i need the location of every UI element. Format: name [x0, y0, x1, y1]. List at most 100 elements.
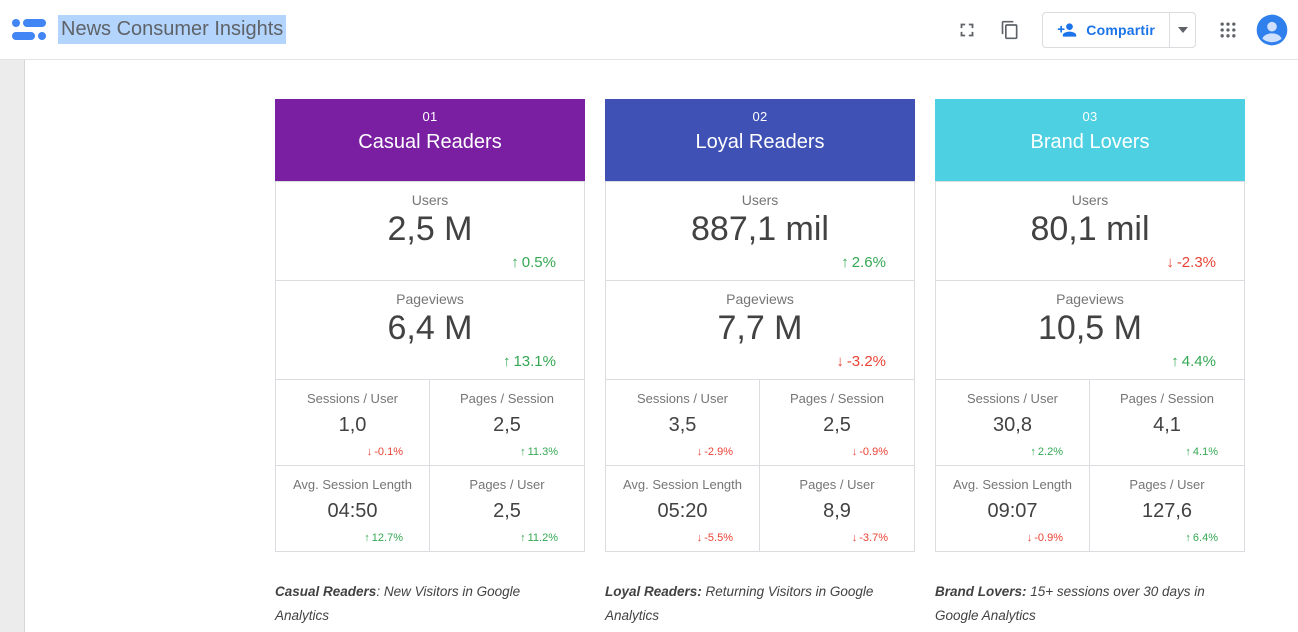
app-header: News Consumer Insights Compartir — [0, 0, 1298, 60]
pages-per-session-scorecard: Pages / Session 4,1 4.1% — [1090, 380, 1245, 466]
segment-loyal-readers: 02 Loyal Readers Users 887,1 mil 2.6% Pa… — [605, 99, 915, 628]
metric-label: Avg. Session Length — [276, 466, 429, 492]
segment-note: Loyal Readers: Returning Visitors in Goo… — [605, 580, 883, 628]
metric-value: 80,1 mil — [936, 210, 1244, 249]
metric-delta: 4.4% — [1171, 353, 1216, 370]
metric-label: Pages / User — [1090, 466, 1244, 492]
metric-label: Pageviews — [936, 281, 1244, 307]
delta-arrow-icon — [1171, 353, 1179, 370]
metric-value: 04:50 — [276, 500, 429, 523]
avatar[interactable] — [1256, 14, 1288, 46]
avg-session-length-scorecard: Avg. Session Length 04:50 12.7% — [275, 466, 430, 552]
metric-label: Avg. Session Length — [606, 466, 759, 492]
metric-value: 8,9 — [760, 500, 914, 523]
segment-header: 03 Brand Lovers — [935, 99, 1245, 181]
delta-value: -3.2% — [847, 353, 886, 370]
users-scorecard: Users 80,1 mil -2.3% — [935, 181, 1245, 281]
delta-arrow-icon — [1030, 446, 1036, 458]
delta-value: 4.4% — [1182, 353, 1216, 370]
account-icon — [1256, 14, 1288, 46]
metric-delta: -0.9% — [1027, 532, 1063, 544]
metric-value: 6,4 M — [276, 309, 584, 348]
sessions-per-user-scorecard: Sessions / User 1,0 -0.1% — [275, 380, 430, 466]
metric-label: Users — [606, 182, 914, 208]
metric-label: Sessions / User — [936, 380, 1089, 406]
delta-arrow-icon — [520, 446, 526, 458]
users-scorecard: Users 2,5 M 0.5% — [275, 181, 585, 281]
delta-value: -0.1% — [374, 446, 403, 458]
metric-value: 3,5 — [606, 414, 759, 437]
share-dropdown-button[interactable] — [1169, 13, 1195, 47]
delta-arrow-icon — [364, 532, 370, 544]
delta-arrow-icon — [1166, 254, 1174, 271]
share-button[interactable]: Compartir — [1042, 12, 1196, 48]
sessions-per-user-scorecard: Sessions / User 3,5 -2.9% — [605, 380, 760, 466]
metric-value: 127,6 — [1090, 500, 1244, 523]
metric-delta: -2.9% — [697, 446, 733, 458]
pages-per-session-scorecard: Pages / Session 2,5 11.3% — [430, 380, 585, 466]
segment-header: 02 Loyal Readers — [605, 99, 915, 181]
metric-label: Users — [276, 182, 584, 208]
fullscreen-button[interactable] — [948, 11, 986, 49]
small-metrics-grid: Sessions / User 30,8 2.2% Pages / Sessio… — [935, 380, 1245, 552]
delta-arrow-icon — [697, 446, 703, 458]
metric-label: Sessions / User — [276, 380, 429, 406]
copy-icon — [1000, 20, 1020, 40]
delta-arrow-icon — [697, 532, 703, 544]
delta-arrow-icon — [1185, 446, 1191, 458]
segment-note: Casual Readers: New Visitors in Google A… — [275, 580, 553, 628]
share-button-label: Compartir — [1086, 22, 1155, 38]
pages-per-user-scorecard: Pages / User 8,9 -3.7% — [760, 466, 915, 552]
delta-value: 12.7% — [372, 532, 403, 544]
delta-arrow-icon — [520, 532, 526, 544]
metric-delta: 4.1% — [1185, 446, 1218, 458]
note-term: Loyal Readers: — [605, 584, 702, 599]
delta-value: 11.2% — [528, 532, 558, 544]
segment-casual-readers: 01 Casual Readers Users 2,5 M 0.5% Pagev… — [275, 99, 585, 628]
person-add-icon — [1057, 20, 1077, 40]
metric-value: 30,8 — [936, 414, 1089, 437]
delta-arrow-icon — [836, 353, 844, 370]
header-actions: Compartir — [948, 11, 1288, 49]
users-scorecard: Users 887,1 mil 2.6% — [605, 181, 915, 281]
delta-value: -5.5% — [704, 532, 733, 544]
metric-value: 7,7 M — [606, 309, 914, 348]
metric-label: Sessions / User — [606, 380, 759, 406]
segment-name: Casual Readers — [275, 131, 585, 154]
data-studio-logo-icon[interactable] — [8, 18, 50, 42]
metric-value: 4,1 — [1090, 414, 1244, 437]
chevron-down-icon — [1178, 27, 1188, 33]
metric-delta: -0.9% — [852, 446, 888, 458]
metric-label: Avg. Session Length — [936, 466, 1089, 492]
metric-value: 09:07 — [936, 500, 1089, 523]
apps-grid-button[interactable] — [1210, 12, 1246, 48]
apps-grid-icon — [1218, 20, 1238, 40]
delta-value: 2.2% — [1038, 446, 1063, 458]
report-title[interactable]: News Consumer Insights — [58, 15, 286, 44]
metric-value: 887,1 mil — [606, 210, 914, 249]
metric-delta: 2.2% — [1030, 446, 1063, 458]
segment-name: Loyal Readers — [605, 131, 915, 154]
metric-value: 05:20 — [606, 500, 759, 523]
delta-value: 4.1% — [1193, 446, 1218, 458]
copy-report-button[interactable] — [992, 12, 1028, 48]
metric-value: 2,5 — [430, 414, 584, 437]
left-gutter — [0, 60, 25, 632]
metric-label: Pageviews — [276, 281, 584, 307]
metric-delta: -3.2% — [836, 353, 886, 370]
segment-note: Brand Lovers: 15+ sessions over 30 days … — [935, 580, 1213, 628]
delta-arrow-icon — [1027, 532, 1033, 544]
metric-delta: -5.5% — [697, 532, 733, 544]
delta-value: -2.3% — [1177, 254, 1216, 271]
metric-label: Pages / Session — [1090, 380, 1244, 406]
delta-arrow-icon — [841, 254, 849, 271]
fullscreen-icon — [956, 19, 978, 41]
metric-delta: 2.6% — [841, 254, 886, 271]
metric-delta: 11.2% — [520, 532, 558, 544]
delta-value: -0.9% — [1034, 532, 1063, 544]
metric-label: Users — [936, 182, 1244, 208]
metric-label: Pages / Session — [430, 380, 584, 406]
delta-arrow-icon — [852, 446, 858, 458]
segment-number: 01 — [275, 99, 585, 124]
metric-delta: -3.7% — [852, 532, 888, 544]
